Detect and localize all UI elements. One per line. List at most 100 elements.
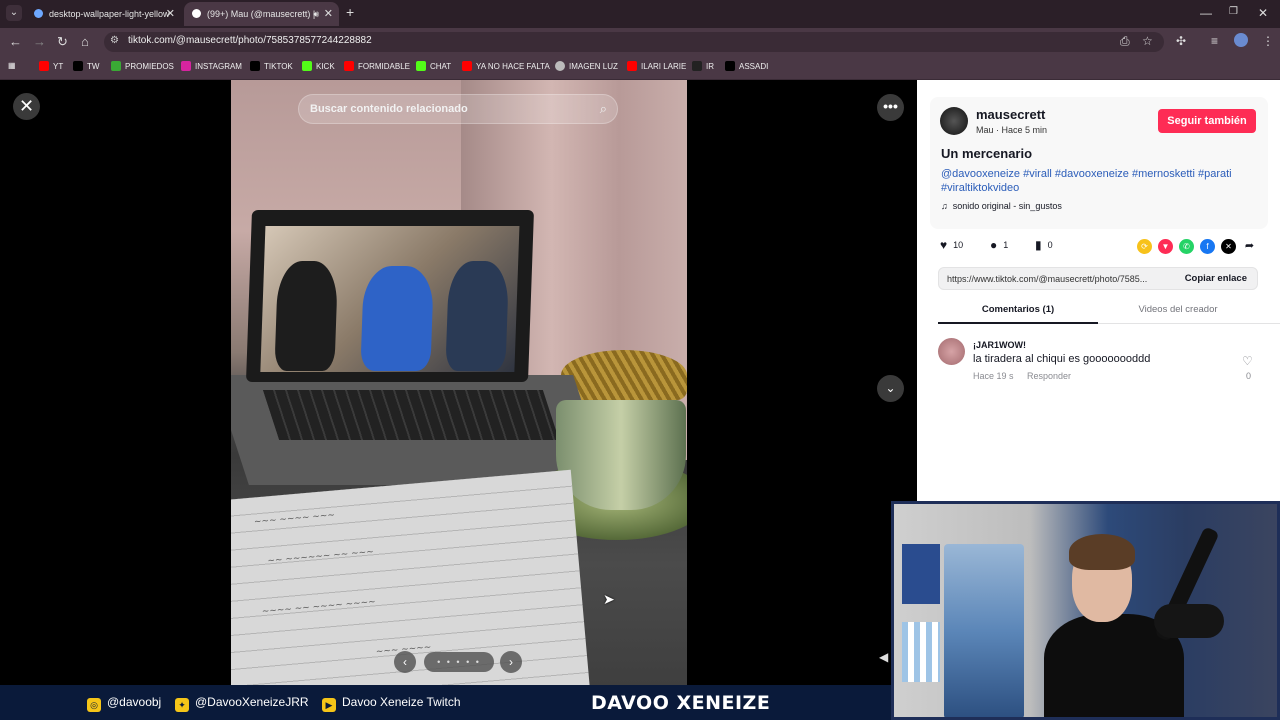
site-info-icon[interactable]: ⚙	[110, 35, 119, 46]
bookmark-ilari-larie[interactable]: ILARI LARIE	[627, 61, 686, 71]
microphone-image	[1154, 604, 1224, 638]
back-icon[interactable]: ←	[9, 34, 22, 49]
youtube-icon	[344, 61, 354, 71]
search-placeholder: Buscar contenido relacionado	[310, 103, 468, 115]
keyboard-image	[262, 390, 560, 440]
home-icon[interactable]: ⌂	[81, 34, 89, 49]
browser-tabstrip: ⌄ desktop-wallpaper-light-yellow ✕ (99+)…	[0, 0, 1280, 28]
menu-kebab-icon[interactable]: ⋮	[1262, 34, 1274, 48]
save-button[interactable]: ▮ 0	[1035, 238, 1053, 252]
bookmark-assadi[interactable]: ASSADI	[725, 61, 768, 71]
post-info-card: mausecrett Mau · Hace 5 min Seguir tambi…	[930, 97, 1268, 229]
install-app-icon[interactable]: ⎙	[1120, 34, 1130, 49]
commenter-username[interactable]: ¡JAR1WOW!	[973, 340, 1026, 350]
profile-avatar[interactable]	[1234, 33, 1248, 47]
webcam-overlay	[891, 501, 1280, 720]
close-viewer-button[interactable]: ✕	[13, 93, 40, 120]
speaker-icon[interactable]: 🔊︎	[313, 2, 319, 26]
comment-icon: ●	[990, 238, 998, 252]
streamer-image	[1044, 534, 1184, 717]
reload-icon[interactable]: ↻	[57, 34, 68, 50]
bookmark-formidable[interactable]: FORMIDABLE	[344, 61, 410, 71]
comment-like-count: 0	[1246, 371, 1252, 381]
bookmark-ir[interactable]: IR	[692, 61, 714, 71]
promiedos-icon	[111, 61, 121, 71]
repost-icon[interactable]: ⟳	[1137, 239, 1152, 254]
close-tab-icon[interactable]: ✕	[324, 2, 333, 26]
streamer-hair-image	[1069, 534, 1135, 570]
bookmark-yt[interactable]: YT	[39, 61, 63, 71]
comment-button[interactable]: ● 1	[990, 238, 1008, 252]
globe-icon	[555, 61, 565, 71]
send-icon[interactable]: ▼	[1158, 239, 1173, 254]
framed-shirt-image	[902, 544, 940, 604]
bookmark-star-icon[interactable]: ☆	[1142, 34, 1153, 48]
restore-button[interactable]: ❐	[1229, 6, 1238, 17]
handwriting-image: ~~~ ~~~~ ~~~	[253, 510, 336, 528]
whatsapp-icon[interactable]: ✆	[1179, 239, 1194, 254]
bookmark-kick[interactable]: KICK	[302, 61, 335, 71]
close-tab-icon[interactable]: ✕	[166, 2, 175, 26]
photo-viewer: ✕ ••• ⌄ ◀ ~~~ ~~~~ ~~~ ~~ ~~~~~~ ~~ ~~~ …	[0, 80, 917, 685]
new-tab-button[interactable]: +	[346, 4, 354, 20]
bookmark-ya-no-hace-falta[interactable]: YA NO HACE FALTA	[462, 61, 550, 71]
minimize-button[interactable]: —	[1200, 6, 1212, 20]
related-search-input[interactable]: Buscar contenido relacionado ⌕	[298, 94, 618, 124]
bookmark-instagram[interactable]: INSTAGRAM	[181, 61, 242, 71]
reply-button[interactable]: Responder	[1027, 371, 1071, 381]
bookmark-tw[interactable]: TW	[73, 61, 99, 71]
bookmark-tiktok[interactable]: TIKTOK	[250, 61, 293, 71]
browser-tab-tiktok[interactable]: (99+) Mau (@mausecrett) | 🔊︎ ✕	[184, 2, 339, 26]
tab-creator-videos[interactable]: Videos del creador	[1098, 304, 1258, 315]
post-link[interactable]: https://www.tiktok.com/@mausecrett/photo…	[947, 274, 1169, 284]
person-image	[360, 266, 435, 371]
close-window-button[interactable]: ✕	[1258, 6, 1268, 20]
copy-link-button[interactable]: Copiar enlace	[1185, 273, 1247, 284]
media-control-icon[interactable]: ≡	[1211, 34, 1218, 48]
x-icon	[73, 61, 83, 71]
comment-heart-icon[interactable]: ♡	[1242, 354, 1253, 368]
bookmark-promiedos[interactable]: PROMIEDOS	[111, 61, 174, 71]
follow-button[interactable]: Seguir también	[1158, 109, 1256, 133]
carousel-prev-button[interactable]: ‹	[394, 651, 416, 673]
tab-comments[interactable]: Comentarios (1)	[938, 304, 1098, 315]
address-bar[interactable]: ⚙ tiktok.com/@mausecrett/photo/758537857…	[104, 32, 1164, 52]
extensions-icon[interactable]: ✣	[1176, 34, 1186, 48]
comment-item: ¡JAR1WOW! la tiradera al chiqui es goooo…	[938, 338, 1258, 388]
facebook-icon[interactable]: f	[1200, 239, 1215, 254]
x-icon	[725, 61, 735, 71]
instagram-icon: ◎	[87, 698, 101, 712]
next-post-button[interactable]: ⌄	[877, 375, 904, 402]
bookmark-chat[interactable]: CHAT	[416, 61, 451, 71]
carousel-dots[interactable]: • • • • •	[424, 652, 494, 672]
twitter-bird-icon: ✦	[175, 698, 189, 712]
share-arrow-icon[interactable]: ➦	[1242, 239, 1257, 254]
browser-tab-wallpaper[interactable]: desktop-wallpaper-light-yellow ✕	[26, 2, 181, 26]
post-hashtags[interactable]: @davooxeneize #virall #davooxeneize #mer…	[941, 167, 1261, 195]
mouse-cursor-icon: ➤	[603, 591, 615, 607]
heart-icon: ♥	[940, 238, 948, 252]
like-button[interactable]: ♥ 10	[940, 238, 963, 252]
commenter-avatar[interactable]	[938, 338, 965, 365]
post-title: Un mercenario	[941, 146, 1033, 161]
framed-shirt-image	[902, 622, 940, 682]
tab-title: desktop-wallpaper-light-yellow	[49, 9, 170, 19]
tab-title: (99+) Mau (@mausecrett) |	[207, 9, 316, 19]
more-options-button[interactable]: •••	[877, 94, 904, 121]
kick-icon	[416, 61, 426, 71]
browser-toolbar: ← → ↻ ⌂ ⚙ tiktok.com/@mausecrett/photo/7…	[0, 28, 1280, 56]
bread-basket-image	[561, 350, 687, 400]
forward-icon[interactable]: →	[33, 34, 46, 49]
youtube-icon	[462, 61, 472, 71]
person-image	[445, 261, 510, 371]
carousel-next-button[interactable]: ›	[500, 651, 522, 673]
post-sound[interactable]: ♫ sonido original - sin_gustos	[941, 201, 1062, 211]
creator-username[interactable]: mausecrett	[976, 107, 1045, 122]
apps-grid-icon[interactable]: ▦	[8, 61, 16, 70]
bookmark-imagen-luz[interactable]: IMAGEN LUZ	[555, 61, 618, 71]
tab-search-icon[interactable]: ⌄	[6, 5, 22, 21]
search-icon[interactable]: ⌕	[600, 101, 607, 117]
creator-avatar[interactable]	[940, 107, 968, 135]
twitter-handle: ✦ @DavooXeneizeJRR	[175, 695, 309, 712]
x-icon[interactable]: ✕	[1221, 239, 1236, 254]
